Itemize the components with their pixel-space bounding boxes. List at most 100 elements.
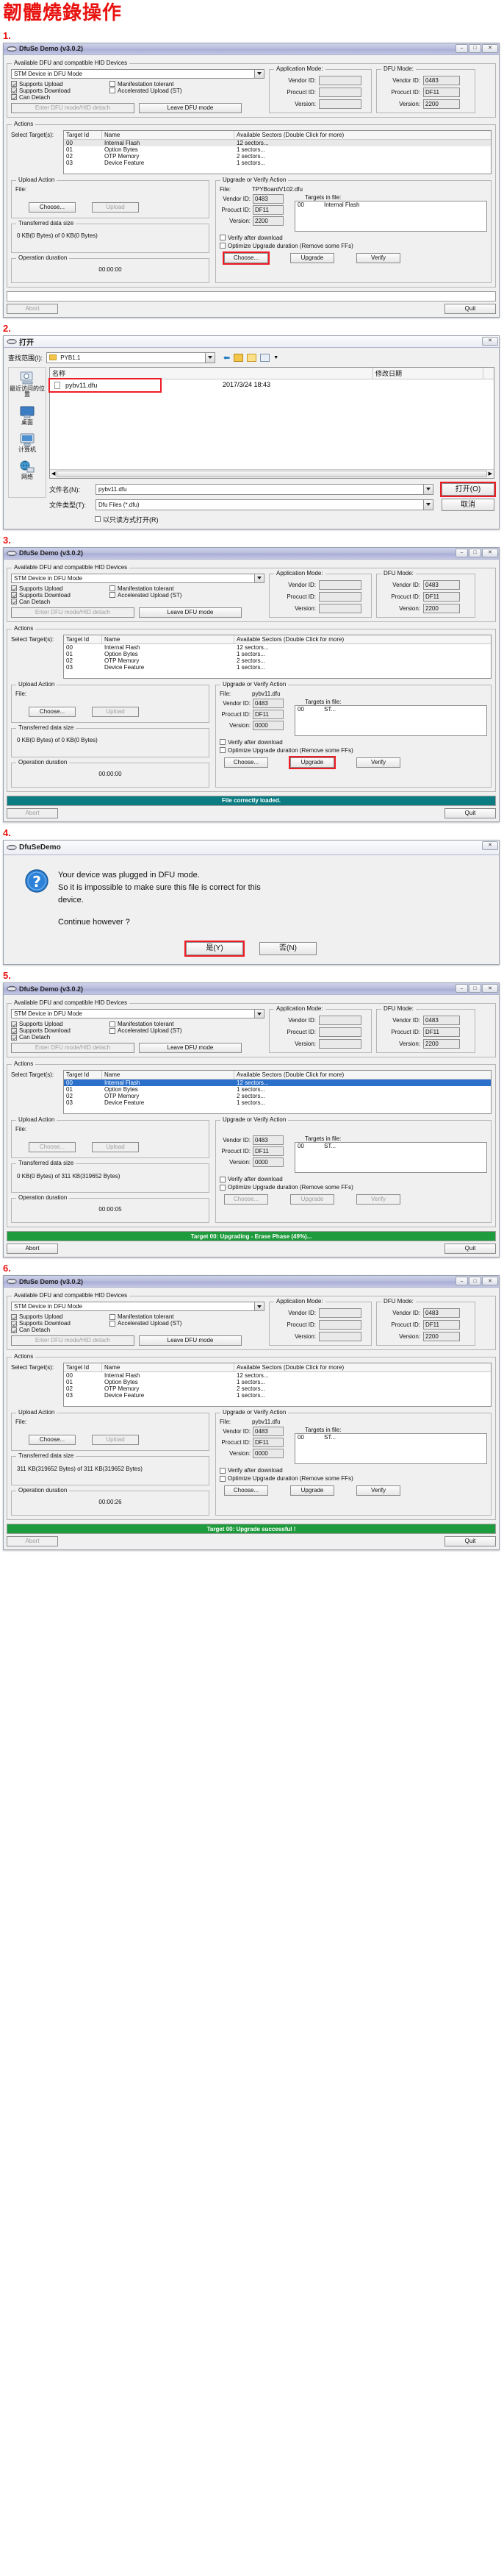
chevron-down-icon[interactable]: ▼ [273,355,278,360]
minimize-button[interactable]: ⎯ [456,984,468,993]
chevron-down-icon[interactable] [205,352,215,363]
device-combo-6[interactable]: STM Device in DFU Mode [11,1302,264,1312]
table-row[interactable]: 01 Option Bytes 1 sectors... [64,1086,491,1093]
target-list-6[interactable]: Target Id Name Available Sectors (Double… [63,1363,492,1407]
dfu-version-input[interactable] [423,1039,460,1049]
abort-button[interactable]: Abort [7,1244,58,1255]
chk-accelerated-upload[interactable]: Accelerated Upload (ST) [109,592,182,599]
app-product-input[interactable] [319,87,361,97]
app-version-input[interactable] [319,1332,361,1342]
maximize-button[interactable]: □ [469,984,481,993]
upload-button[interactable]: Upload [92,1142,139,1153]
upgrade-button[interactable]: Upgrade [290,1194,334,1205]
maximize-button[interactable]: □ [469,1277,481,1286]
app-product-input[interactable] [319,1320,361,1330]
chk-accelerated-upload[interactable]: Accelerated Upload (ST) [109,88,182,94]
app-version-input[interactable] [319,1039,361,1049]
device-combo-3[interactable]: STM Device in DFU Mode [11,573,264,583]
targets-in-file-list-3[interactable]: 00 ST... [295,704,487,736]
upload-button[interactable]: Upload [92,201,139,213]
chk-accelerated-upload[interactable]: Accelerated Upload (ST) [109,1320,182,1327]
upgrade-product-input[interactable] [253,204,284,215]
close-icon[interactable]: ✕ [482,336,498,346]
table-row[interactable]: 03 Device Feature 1 sectors... [64,664,491,671]
open-button[interactable]: 打开(O) [440,481,496,497]
minimize-button[interactable]: ⎯ [456,43,468,53]
open-dialog-titlebar[interactable]: 打开 ✕ [4,335,499,348]
enter-dfu-mode-button[interactable]: Enter DFU mode/HID detach [11,607,134,618]
verify-button[interactable]: Verify [356,1194,400,1205]
cancel-button[interactable]: 取消 [442,498,494,511]
upgrade-version-input[interactable] [253,215,284,226]
upload-choose-button[interactable]: Choose... [29,1435,76,1446]
chevron-down-icon[interactable] [423,499,433,510]
target-list-1[interactable]: Target Id Name Available Sectors (Double… [63,129,492,174]
upgrade-vendor-input[interactable] [253,1427,284,1437]
chk-manifestation-tolerant[interactable]: Manifestation tolerant [109,585,182,592]
chk-supports-upload[interactable]: Supports Upload [11,81,99,88]
target-list-3[interactable]: Target Id Name Available Sectors (Double… [63,634,492,679]
chk-readonly[interactable]: 以只读方式打开(R) [49,515,494,524]
abort-button[interactable]: Abort [7,807,58,818]
upgrade-version-input[interactable] [253,1157,284,1168]
place-computer[interactable]: 计算机 [8,432,46,453]
scroll-right-icon[interactable]: ▶ [487,471,494,477]
table-row[interactable]: 02 OTP Memory 2 sectors... [64,1093,491,1099]
new-folder-icon[interactable] [247,353,257,362]
file-list[interactable]: 名称 修改日期 pybv11.dfu 2017/3/24 18:43 ◀ ▶ [48,366,494,479]
maximize-button[interactable]: □ [469,43,481,53]
chk-can-detach[interactable]: Can Detach [11,1327,99,1333]
table-row[interactable]: 01 Option Bytes 1 sectors... [64,651,491,657]
chevron-down-icon[interactable] [254,69,264,78]
close-button[interactable]: ✕ [482,43,498,53]
minimize-button[interactable]: ⎯ [456,548,468,557]
enter-dfu-mode-button[interactable]: Enter DFU mode/HID detach [11,1335,134,1346]
chk-optimize-upgrade[interactable]: Optimize Upgrade duration (Remove some F… [220,1184,487,1191]
device-combo-5[interactable]: STM Device in DFU Mode [11,1009,264,1019]
back-arrow-icon[interactable]: ⬅ [223,353,230,363]
app-product-input[interactable] [319,1027,361,1038]
upload-button[interactable]: Upload [92,1435,139,1446]
place-desktop[interactable]: 桌面 [8,405,46,426]
upload-choose-button[interactable]: Choose... [29,706,76,717]
table-row[interactable]: 02 OTP Memory 2 sectors... [64,1385,491,1392]
yes-button[interactable]: 是(Y) [184,941,245,957]
upgrade-vendor-input[interactable] [253,1135,284,1146]
quit-button[interactable]: Quit [444,1244,496,1255]
no-button[interactable]: 否(N) [259,942,317,956]
dfu-product-input[interactable] [423,591,460,602]
close-button[interactable]: ✕ [482,548,498,557]
table-row[interactable]: 00 Internal Flash 12 sectors... [64,139,491,146]
dfu-product-input[interactable] [423,1320,460,1330]
enter-dfu-mode-button[interactable]: Enter DFU mode/HID detach [11,1043,134,1054]
dfu-vendor-input[interactable] [423,1308,460,1319]
upgrade-choose-button[interactable]: Choose... [223,251,270,265]
upload-choose-button[interactable]: Choose... [29,1142,76,1153]
chk-accelerated-upload[interactable]: Accelerated Upload (ST) [109,1027,182,1034]
device-combo-1[interactable]: STM Device in DFU Mode [11,68,264,79]
upgrade-product-input[interactable] [253,1146,284,1157]
dfu-vendor-input[interactable] [423,579,460,590]
upgrade-choose-button[interactable]: Choose... [224,1485,268,1496]
upgrade-version-input[interactable] [253,720,284,730]
chevron-down-icon[interactable] [423,484,433,494]
leave-dfu-mode-button[interactable]: Leave DFU mode [139,1043,242,1054]
chk-supports-download[interactable]: Supports Download [11,1027,99,1034]
chk-verify-after-download[interactable]: Verify after download [220,1176,487,1182]
list-item[interactable]: 00 ST... [295,1434,486,1441]
quit-button[interactable]: Quit [444,1536,496,1547]
table-row[interactable]: 00 Internal Flash 12 sectors... [64,1080,491,1087]
app-version-input[interactable] [319,603,361,613]
app-vendor-input[interactable] [319,579,361,590]
up-folder-icon[interactable] [234,353,244,362]
minimize-button[interactable]: ⎯ [456,1277,468,1286]
close-icon[interactable]: ✕ [482,841,498,850]
chk-verify-after-download[interactable]: Verify after download [220,235,487,241]
titlebar-3[interactable]: DfuSe Demo (v3.0.2) ⎯ □ ✕ [4,547,499,560]
place-recent[interactable]: 最近访问的位置 [8,371,46,399]
chk-supports-upload[interactable]: Supports Upload [11,585,99,592]
upgrade-button[interactable]: Upgrade [289,755,336,769]
horizontal-scrollbar[interactable]: ◀ ▶ [50,468,494,478]
table-row[interactable]: 03 Device Feature 1 sectors... [64,1099,491,1106]
chevron-down-icon[interactable] [254,574,264,582]
